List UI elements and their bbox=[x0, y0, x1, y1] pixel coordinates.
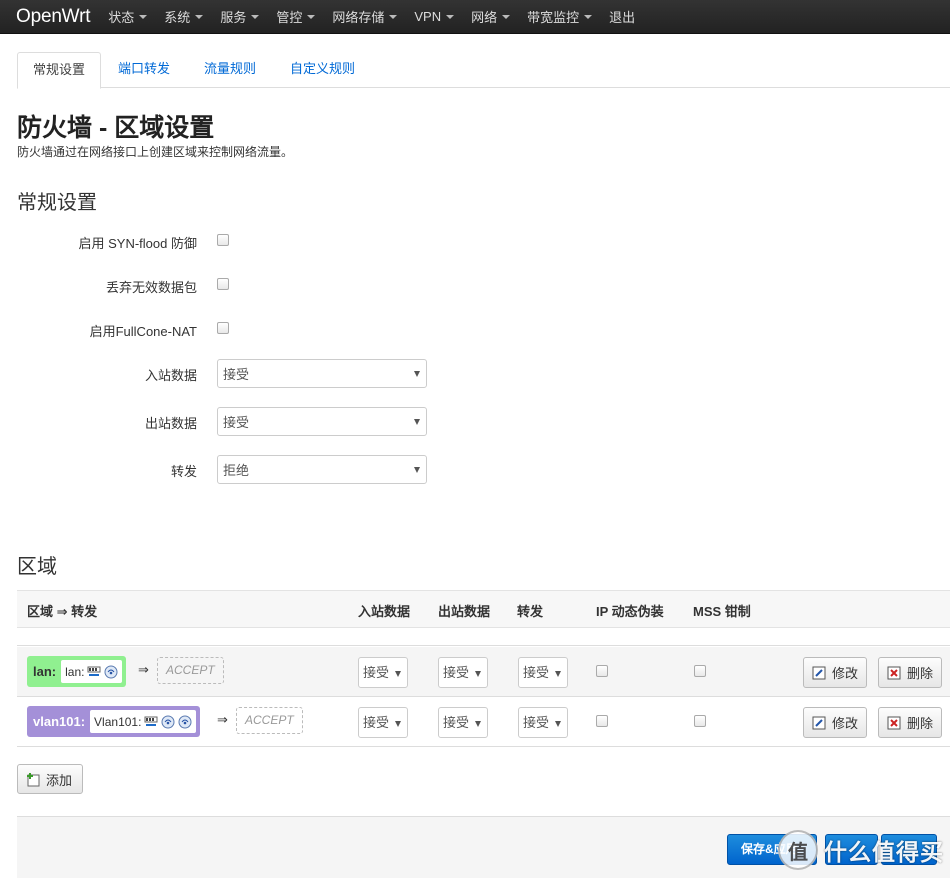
watermark-logo: 值 什么值得买 bbox=[778, 828, 944, 872]
col-masquerade: IP 动态伪装 bbox=[596, 604, 664, 619]
chevron-down-icon bbox=[251, 14, 260, 19]
zone-badge-lan: lan: lan: bbox=[27, 656, 127, 687]
drop-invalid-checkbox[interactable] bbox=[217, 278, 229, 290]
delete-icon bbox=[887, 666, 901, 679]
table-spacer bbox=[17, 628, 950, 646]
page-description: 防火墙通过在网络接口上创建区域来控制网络流量。 bbox=[17, 145, 294, 159]
add-icon bbox=[27, 772, 40, 786]
tab-port-forward[interactable]: 端口转发 bbox=[118, 52, 170, 88]
col-output: 出站数据 bbox=[438, 604, 491, 619]
nav-nas[interactable]: 网络存储 bbox=[332, 7, 398, 26]
chevron-down-icon bbox=[389, 14, 398, 19]
tab-general[interactable]: 常规设置 bbox=[17, 52, 102, 89]
general-settings-heading: 常规设置 bbox=[17, 192, 97, 214]
chevron-down-icon bbox=[584, 14, 593, 19]
masquerade-checkbox[interactable] bbox=[596, 715, 608, 727]
mss-clamp-checkbox[interactable] bbox=[694, 715, 706, 727]
forward-policy-label: 转发 bbox=[170, 464, 197, 479]
output-policy-label: 出站数据 bbox=[144, 416, 197, 431]
col-input: 入站数据 bbox=[358, 604, 411, 619]
col-zone: 区域 ⇒ 转发 bbox=[27, 604, 98, 619]
zone-output-select[interactable]: 接受 bbox=[438, 657, 488, 688]
chevron-down-icon bbox=[446, 14, 455, 19]
delete-button[interactable]: 删除 bbox=[878, 657, 943, 688]
zone-output-select[interactable]: 接受 bbox=[438, 707, 488, 738]
delete-button[interactable]: 删除 bbox=[878, 707, 943, 738]
zone-forward-select[interactable]: 接受 bbox=[518, 657, 568, 688]
nav-status[interactable]: 状态 bbox=[108, 7, 148, 26]
table-row: lan: lan: ⇒ ACCEPT 接受 接受 接受 修改 删除 bbox=[17, 647, 950, 697]
zone-interfaces: Vlan101: bbox=[90, 710, 197, 733]
page-title: 防火墙 - 区域设置 bbox=[17, 114, 215, 142]
dropdown-arrow-icon bbox=[395, 671, 401, 677]
forward-target: ACCEPT bbox=[157, 657, 224, 684]
col-mss-clamp: MSS 钳制 bbox=[693, 604, 751, 619]
drop-invalid-label: 丢弃无效数据包 bbox=[105, 280, 197, 295]
zone-forward-select[interactable]: 接受 bbox=[518, 707, 568, 738]
nav-system[interactable]: 系统 bbox=[164, 7, 204, 26]
zone-name: lan: bbox=[33, 664, 57, 679]
edit-button[interactable]: 修改 bbox=[803, 707, 868, 738]
top-navbar: OpenWrt 状态 系统 服务 管控 网络存储 VPN 网络 带宽监控 退出 bbox=[0, 0, 950, 34]
mss-clamp-checkbox[interactable] bbox=[694, 665, 706, 677]
zone-name: vlan101: bbox=[33, 714, 86, 729]
edit-icon bbox=[812, 716, 826, 729]
zones-heading: 区域 bbox=[17, 556, 57, 578]
nav-logout[interactable]: 退出 bbox=[609, 7, 635, 26]
zone-interfaces: lan: bbox=[61, 660, 123, 683]
zone-input-select[interactable]: 接受 bbox=[358, 707, 408, 738]
dropdown-arrow-icon bbox=[555, 721, 561, 727]
input-policy-select[interactable]: 接受 bbox=[217, 359, 427, 388]
dropdown-arrow-icon bbox=[414, 419, 420, 425]
input-policy-label: 入站数据 bbox=[144, 368, 197, 383]
forward-arrow: ⇒ bbox=[138, 662, 149, 677]
dropdown-arrow-icon bbox=[475, 721, 481, 727]
syn-flood-label: 启用 SYN-flood 防御 bbox=[78, 236, 197, 251]
nav-bandwidth[interactable]: 带宽监控 bbox=[527, 7, 593, 26]
nav-vpn[interactable]: VPN bbox=[414, 9, 455, 24]
col-forward: 转发 bbox=[517, 604, 544, 619]
wifi-icon bbox=[178, 715, 192, 728]
tab-traffic-rules[interactable]: 流量规则 bbox=[204, 52, 256, 88]
ethernet-icon bbox=[144, 716, 158, 726]
zones-table-header: 区域 ⇒ 转发 入站数据 出站数据 转发 IP 动态伪装 MSS 钳制 bbox=[17, 590, 950, 628]
ethernet-icon bbox=[87, 666, 101, 676]
zone-badge-vlan101: vlan101: Vlan101: bbox=[27, 706, 201, 737]
fullcone-nat-label: 启用FullCone-NAT bbox=[89, 324, 197, 339]
dropdown-arrow-icon bbox=[414, 371, 420, 377]
nav-network[interactable]: 网络 bbox=[471, 7, 511, 26]
tab-bar: 常规设置 端口转发 流量规则 自定义规则 bbox=[17, 52, 950, 89]
dropdown-arrow-icon bbox=[555, 671, 561, 677]
add-zone-button[interactable]: 添加 bbox=[17, 764, 84, 794]
chevron-down-icon bbox=[502, 14, 511, 19]
wifi-icon bbox=[161, 715, 175, 728]
tab-custom-rules[interactable]: 自定义规则 bbox=[290, 52, 355, 88]
forward-target: ACCEPT bbox=[236, 707, 303, 734]
edit-button[interactable]: 修改 bbox=[803, 657, 868, 688]
brand-logo[interactable]: OpenWrt bbox=[16, 6, 90, 28]
chevron-down-icon bbox=[139, 14, 148, 19]
delete-icon bbox=[887, 716, 901, 729]
forward-arrow: ⇒ bbox=[217, 712, 228, 727]
dropdown-arrow-icon bbox=[475, 671, 481, 677]
wifi-icon bbox=[104, 665, 118, 678]
dropdown-arrow-icon bbox=[414, 467, 420, 473]
zone-input-select[interactable]: 接受 bbox=[358, 657, 408, 688]
output-policy-select[interactable]: 接受 bbox=[217, 407, 427, 436]
nav-control[interactable]: 管控 bbox=[276, 7, 316, 26]
chevron-down-icon bbox=[307, 14, 316, 19]
dropdown-arrow-icon bbox=[395, 721, 401, 727]
chevron-down-icon bbox=[195, 14, 204, 19]
table-row: vlan101: Vlan101: ⇒ ACCEPT 接受 接受 接受 修改 删… bbox=[17, 697, 950, 747]
forward-policy-select[interactable]: 拒绝 bbox=[217, 455, 427, 484]
syn-flood-checkbox[interactable] bbox=[217, 234, 229, 246]
edit-icon bbox=[812, 666, 826, 679]
watermark-icon: 值 bbox=[778, 830, 818, 870]
fullcone-nat-checkbox[interactable] bbox=[217, 322, 229, 334]
masquerade-checkbox[interactable] bbox=[596, 665, 608, 677]
watermark-text: 什么值得买 bbox=[824, 839, 944, 865]
nav-services[interactable]: 服务 bbox=[220, 7, 260, 26]
